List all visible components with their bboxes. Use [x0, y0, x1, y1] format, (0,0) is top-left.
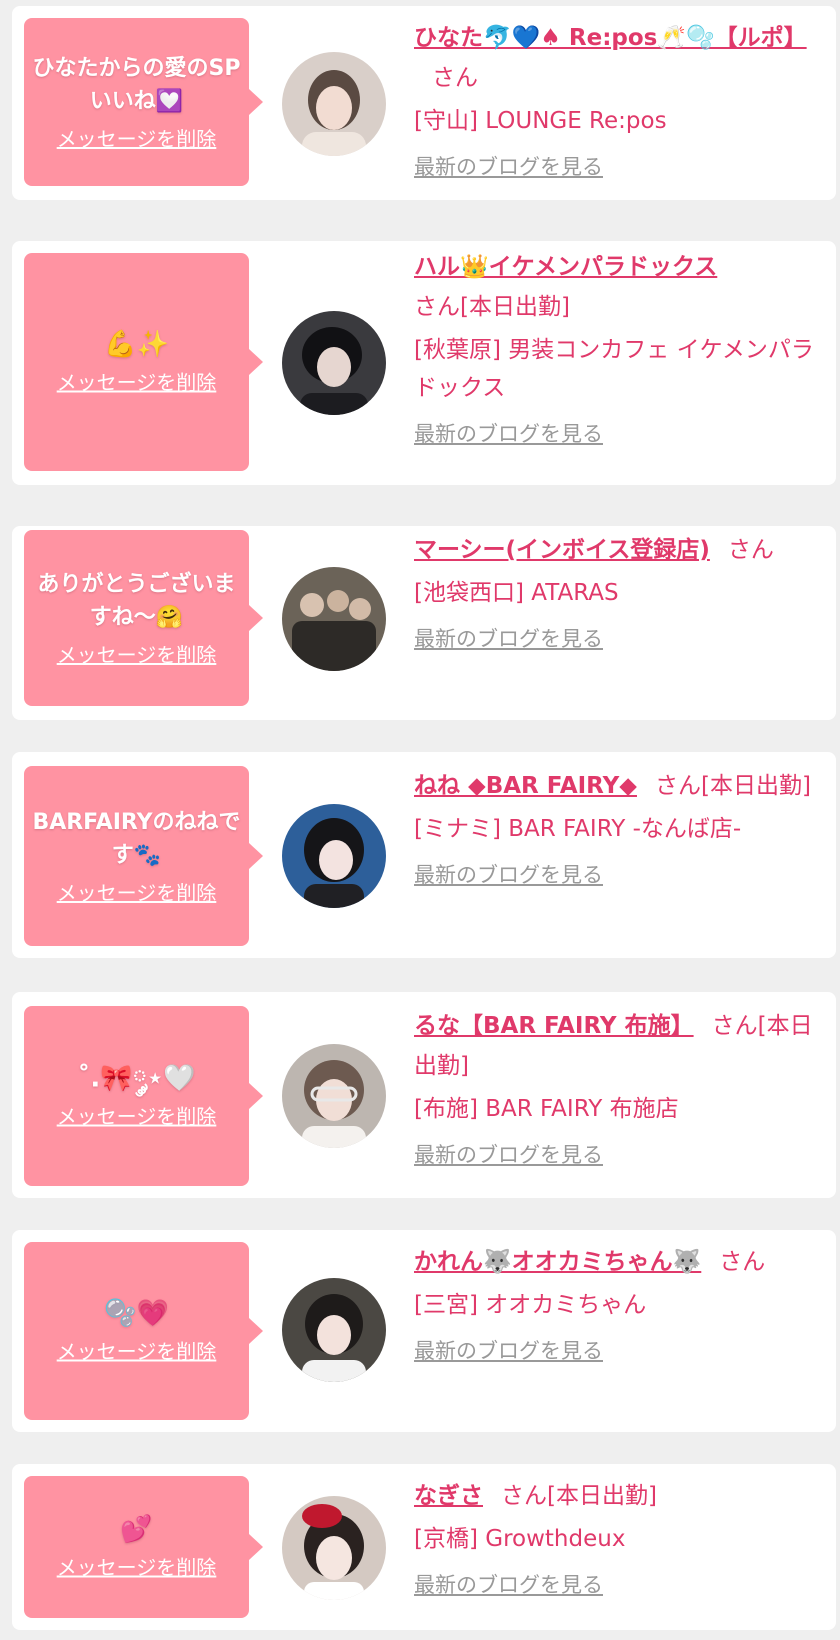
san-label: さん: [432, 65, 478, 91]
cast-name-link[interactable]: るな【BAR FAIRY 布施】: [414, 1013, 694, 1039]
san-label: さん: [414, 294, 460, 320]
shop-name: [布施] BAR FAIRY 布施店: [414, 1096, 679, 1122]
avatar[interactable]: [282, 1044, 386, 1148]
attendance-status: [本日出勤]: [460, 294, 570, 320]
shop-name: [秋葉原] 男装コンカフェ イケメンパラドックス: [414, 337, 814, 401]
avatar[interactable]: [282, 52, 386, 156]
cast-info: ひなた🐬💙♠ Re:pos🥂🫧【ルポ】さん [守山] LOUNGE Re:pos…: [414, 18, 834, 182]
message-text: ひなたからの愛のSPいいね💟: [32, 56, 241, 114]
san-label: さん: [501, 1483, 547, 1509]
shop-name: [京橋] Growthdeux: [414, 1526, 626, 1552]
cast-info: ねね ◆BAR FAIRY◆ さん[本日出勤] [ミナミ] BAR FAIRY -…: [414, 766, 834, 890]
cast-name-link[interactable]: ひなた🐬💙♠ Re:pos🥂🫧【ルポ】: [414, 25, 807, 51]
avatar[interactable]: [282, 804, 386, 908]
message-text: BARFAIRYのねねです🐾: [32, 810, 241, 868]
shop-name: [三宮] オオカミちゃん: [414, 1292, 647, 1318]
san-label: さん: [711, 1013, 758, 1039]
message-text: 💪✨: [104, 329, 169, 360]
delete-message-link[interactable]: メッセージを削除: [57, 642, 217, 668]
message-card: ひなたからの愛のSPいいね💟 メッセージを削除 ひなた🐬💙♠ Re:pos🥂🫧【…: [12, 6, 836, 200]
message-card: ˚.🎀༘⋆🤍 メッセージを削除 るな【BAR FAIRY 布施】 さん[本日出勤]…: [12, 992, 836, 1198]
message-card: ありがとうございますね〜🤗 メッセージを削除 マーシー(インボイス登録店) さん …: [12, 526, 836, 720]
shop-name: [ミナミ] BAR FAIRY -なんば店-: [414, 816, 742, 842]
cast-name-link[interactable]: ねね ◆BAR FAIRY◆: [414, 773, 637, 799]
delete-message-link[interactable]: メッセージを削除: [57, 880, 217, 906]
avatar-photo-icon: [282, 52, 386, 156]
delete-message-link[interactable]: メッセージを削除: [57, 126, 217, 152]
latest-blog-link[interactable]: 最新のブログを見る: [414, 1140, 603, 1170]
cast-info: るな【BAR FAIRY 布施】 さん[本日出勤] [布施] BAR FAIRY …: [414, 1006, 834, 1170]
avatar[interactable]: [282, 1278, 386, 1382]
shop-name: [守山] LOUNGE Re:pos: [414, 108, 667, 134]
san-label: さん: [654, 773, 701, 799]
message-list: ひなたからの愛のSPいいね💟 メッセージを削除 ひなた🐬💙♠ Re:pos🥂🫧【…: [0, 0, 840, 1640]
avatar-photo-icon: [282, 311, 386, 415]
message-bubble: ありがとうございますね〜🤗 メッセージを削除: [24, 530, 263, 706]
avatar-photo-icon: [282, 804, 386, 908]
message-bubble: 💕 メッセージを削除: [24, 1476, 263, 1618]
message-bubble: BARFAIRYのねねです🐾 メッセージを削除: [24, 766, 263, 946]
delete-message-link[interactable]: メッセージを削除: [57, 1104, 217, 1130]
message-card: 🫧💗 メッセージを削除 かれん🐺オオカミちゃん🐺 さん [三宮] オオカミちゃん …: [12, 1230, 836, 1432]
avatar[interactable]: [282, 1496, 386, 1600]
message-bubble: ひなたからの愛のSPいいね💟 メッセージを削除: [24, 18, 263, 186]
message-text: 💕: [120, 1514, 153, 1545]
attendance-status: [本日出勤]: [547, 1483, 657, 1509]
san-label: さん: [719, 1249, 766, 1275]
delete-message-link[interactable]: メッセージを削除: [57, 1555, 217, 1581]
cast-name-link[interactable]: なぎさ: [414, 1483, 483, 1509]
message-text: 🫧💗: [104, 1298, 169, 1329]
avatar[interactable]: [282, 567, 386, 671]
cast-info: マーシー(インボイス登録店) さん [池袋西口] ATARAS 最新のブログを見る: [414, 530, 834, 654]
message-bubble: ˚.🎀༘⋆🤍 メッセージを削除: [24, 1006, 263, 1186]
cast-name-link[interactable]: ハル👑イケメンパラドックス: [414, 254, 717, 280]
cast-name-link[interactable]: かれん🐺オオカミちゃん🐺: [414, 1249, 701, 1275]
avatar-photo-icon: [282, 1496, 386, 1600]
latest-blog-link[interactable]: 最新のブログを見る: [414, 624, 603, 654]
avatar-photo-icon: [282, 1044, 386, 1148]
latest-blog-link[interactable]: 最新のブログを見る: [414, 1570, 603, 1600]
latest-blog-link[interactable]: 最新のブログを見る: [414, 152, 603, 182]
cast-info: ハル👑イケメンパラドックス さん[本日出勤] [秋葉原] 男装コンカフェ イケメン…: [414, 247, 834, 449]
message-bubble: 🫧💗 メッセージを削除: [24, 1242, 263, 1420]
delete-message-link[interactable]: メッセージを削除: [57, 370, 217, 396]
message-card: 💕 メッセージを削除 なぎさ さん[本日出勤] [京橋] Growthdeux 最…: [12, 1464, 836, 1630]
latest-blog-link[interactable]: 最新のブログを見る: [414, 1336, 603, 1366]
san-label: さん: [727, 537, 774, 563]
cast-info: かれん🐺オオカミちゃん🐺 さん [三宮] オオカミちゃん 最新のブログを見る: [414, 1242, 834, 1366]
message-card: 💪✨ メッセージを削除 ハル👑イケメンパラドックス さん[本日出勤] [秋葉原] …: [12, 241, 836, 485]
delete-message-link[interactable]: メッセージを削除: [57, 1339, 217, 1365]
attendance-status: [本日出勤]: [700, 773, 811, 799]
latest-blog-link[interactable]: 最新のブログを見る: [414, 860, 603, 890]
message-card: BARFAIRYのねねです🐾 メッセージを削除 ねね ◆BAR FAIRY◆ さん…: [12, 752, 836, 958]
cast-name-link[interactable]: マーシー(インボイス登録店): [414, 537, 710, 563]
avatar-photo-icon: [282, 1278, 386, 1382]
latest-blog-link[interactable]: 最新のブログを見る: [414, 419, 603, 449]
cast-info: なぎさ さん[本日出勤] [京橋] Growthdeux 最新のブログを見る: [414, 1476, 834, 1600]
avatar[interactable]: [282, 311, 386, 415]
message-text: ありがとうございますね〜🤗: [37, 572, 236, 630]
shop-name: [池袋西口] ATARAS: [414, 580, 619, 606]
message-bubble: 💪✨ メッセージを削除: [24, 253, 263, 471]
avatar-photo-icon: [282, 567, 386, 671]
message-text: ˚.🎀༘⋆🤍: [77, 1063, 196, 1094]
